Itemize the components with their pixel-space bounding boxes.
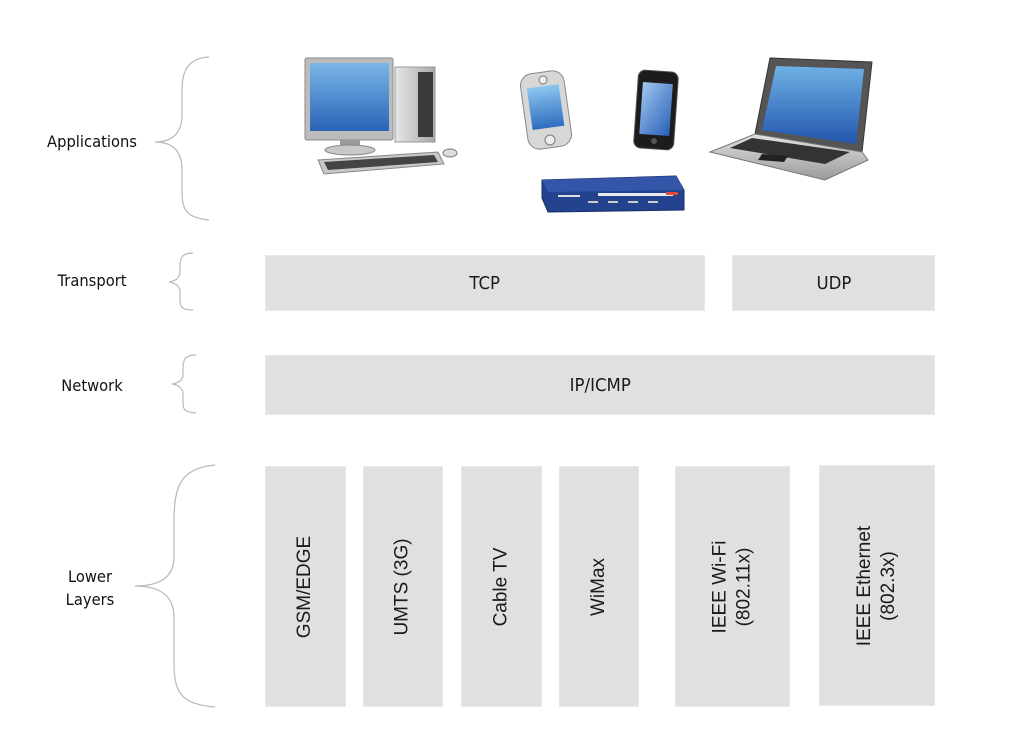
wimax-box: WiMax bbox=[559, 466, 639, 707]
brace-transport bbox=[168, 252, 194, 311]
laptop-icon bbox=[708, 57, 873, 181]
ip-icmp-label: IP/ICMP bbox=[569, 374, 631, 396]
ieee-wifi-label: IEEE Wi-Fi (802.11x) bbox=[709, 540, 755, 633]
umts-label: UMTS (3G) bbox=[392, 537, 414, 636]
ip-icmp-box: IP/ICMP bbox=[265, 355, 935, 415]
layer-label-applications: Applications bbox=[47, 132, 137, 151]
wimax-label: WiMax bbox=[588, 557, 609, 616]
gsm-edge-box: GSM/EDGE bbox=[265, 466, 346, 707]
ieee-ethernet-box: IEEE Ethernet (802.3x) bbox=[819, 465, 935, 706]
cable-tv-label: Cable TV bbox=[490, 547, 512, 626]
smartphone-icon bbox=[633, 69, 679, 151]
ieee-ethernet-label: IEEE Ethernet (802.3x) bbox=[854, 525, 899, 646]
layer-label-network: Network bbox=[61, 376, 123, 395]
udp-label: UDP bbox=[816, 272, 851, 294]
umts-box: UMTS (3G) bbox=[363, 466, 443, 707]
desktop-computer-icon bbox=[304, 57, 458, 175]
brace-network bbox=[171, 354, 197, 414]
tcp-label: TCP bbox=[469, 272, 501, 294]
ieee-wifi-box: IEEE Wi-Fi (802.11x) bbox=[675, 466, 790, 707]
udp-box: UDP bbox=[732, 255, 935, 311]
gsm-edge-label: GSM/EDGE bbox=[294, 535, 316, 638]
brace-applications bbox=[154, 56, 210, 221]
layer-label-transport: Transport bbox=[57, 271, 127, 290]
pda-icon bbox=[520, 70, 573, 150]
cable-tv-box: Cable TV bbox=[461, 466, 542, 707]
tcp-box: TCP bbox=[265, 255, 705, 311]
layer-label-lower-layers: Lower Layers bbox=[65, 567, 115, 609]
brace-lower-layers bbox=[134, 464, 216, 708]
router-icon bbox=[541, 175, 685, 213]
